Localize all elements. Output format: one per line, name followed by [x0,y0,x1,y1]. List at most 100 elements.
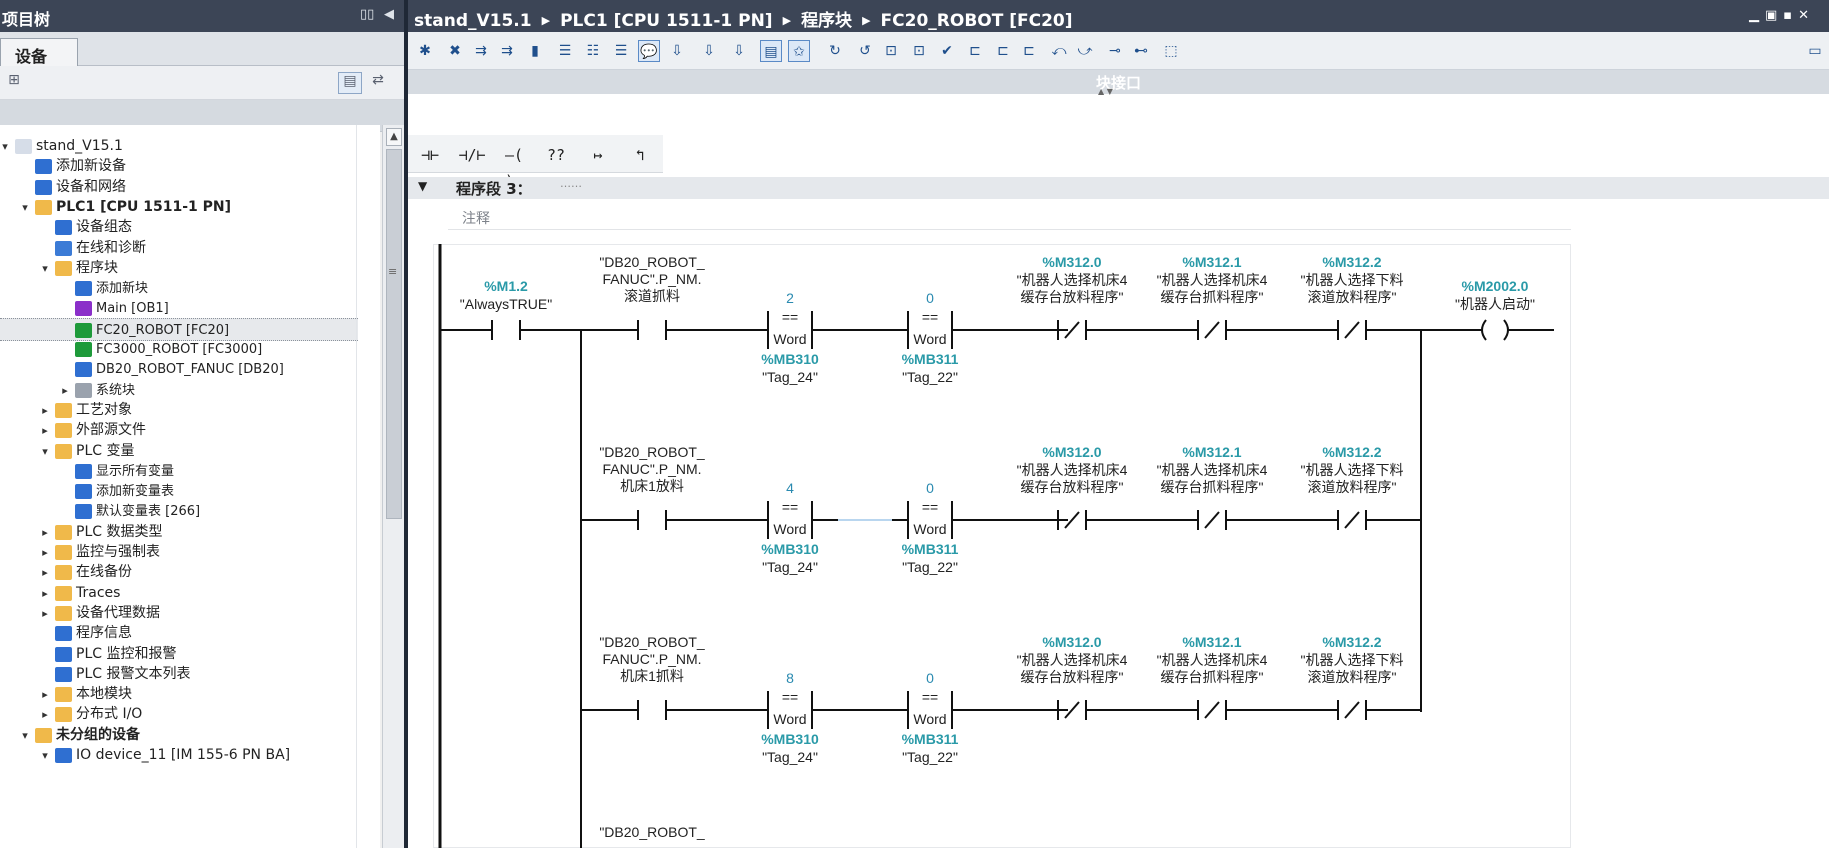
folder-icon [55,707,72,723]
compare-in2-name: "Tag_22" [902,559,958,575]
compare-type: Word [913,711,946,727]
compare-in2-name: "Tag_24" [762,369,818,385]
compare-in2-name: "Tag_22" [902,369,958,385]
add-device-icon [35,159,52,175]
folder-icon [55,687,72,703]
compare-in2-name: "Tag_24" [762,559,818,575]
diagnostics-icon [55,240,72,256]
compare-in2-address: %MB311 [902,731,959,747]
nc-contact [1204,701,1220,719]
db-tag-label: "DB20_ROBOT_ [599,444,705,460]
compare-type: Word [913,331,946,347]
fc-block-icon [75,322,92,338]
compare-type: Word [773,711,806,727]
folder-icon [55,545,72,560]
grip-icon: ≡ [388,265,398,278]
compare-in2-name: "Tag_24" [762,749,818,765]
compare-type: Word [773,331,806,347]
nc-contact-address: %M312.0 [1042,634,1101,650]
nc-contact [1344,321,1360,339]
coil-left [1481,319,1487,341]
db-tag-label: 机床1放料 [620,478,684,494]
coil-address: %M2002.0 [1462,278,1529,294]
tree-column-divider [356,125,357,848]
tree-scrollbar[interactable]: ▲ ≡ [382,125,404,848]
folder-icon [55,423,72,439]
properties-icon[interactable]: ⊞ [2,72,26,94]
db-tag-label: FANUC".P_NM. [602,271,701,287]
compare-in1-value: 2 [786,290,794,306]
project-tree-title: 项目树 [2,10,51,29]
compare-in2-address: %MB310 [761,351,819,367]
folder-icon [55,565,72,581]
fc-block-icon [75,342,92,357]
program-editor: stand_V15.1 ▶ PLC1 [CPU 1511-1 PN] ▶ 程序块 ▶ FC2… [408,0,1829,848]
compare-operator: == [782,689,798,705]
db-block-icon [75,362,92,378]
compare-operator: == [922,689,938,705]
nc-contact-name: "机器人选择机床4 [1157,462,1268,478]
collapse-left-icon[interactable]: ◀ [384,7,394,22]
network-icon [35,179,52,195]
scroll-up-icon[interactable]: ▲ [386,128,402,146]
db-tag-label: FANUC".P_NM. [602,651,701,667]
nc-contact-name: "机器人选择机床4 [1017,652,1128,668]
project-tree-header: 项目树 ▯▯ ◀ [0,0,404,32]
compare-in1-value: 8 [786,670,794,686]
nc-contact-name: "机器人选择机床4 [1157,652,1268,668]
nc-contact [1204,511,1220,529]
dock-icon[interactable]: ▯▯ [360,7,374,22]
db-tag-label: "DB20_ROBOT_ [599,824,705,840]
plc-folder-icon [35,199,52,215]
nc-contact-name: "机器人选择下料 [1301,462,1404,478]
compare-in2-address: %MB311 [902,351,959,367]
nc-contact-name: "机器人选择机床4 [1017,272,1128,288]
folder-icon [55,443,72,459]
nc-contact-address: %M312.0 [1042,254,1101,270]
nc-contact-name: 缓存台放料程序" [1021,479,1124,495]
compare-operator: == [922,309,938,325]
tree-options-icon[interactable]: ⇄ [366,72,390,94]
tree-item-label: IO device_11 [IM 155-6 PN BA] [76,747,291,763]
ladder-diagram: %M1.2"AlwaysTRUE""DB20_ROBOT_FANUC".P_NM… [438,244,1554,848]
compare-in2-address: %MB311 [902,541,959,557]
nc-contact-name: "机器人选择机床4 [1157,272,1268,288]
coil-right [1503,319,1509,341]
ob-block-icon [75,301,92,317]
compare-in2-address: %MB310 [761,541,819,557]
db-tag-label: FANUC".P_NM. [602,461,701,477]
folder-icon [75,382,92,398]
compare-in2-address: %MB310 [761,731,819,747]
nc-contact-address: %M312.2 [1322,254,1381,270]
project-icon [15,139,32,154]
compare-operator: == [922,499,938,515]
db-tag-label: 滚道抓料 [624,288,680,304]
tab-devices[interactable]: 设备 [0,38,78,67]
details-view-icon[interactable]: ▤ [338,72,362,94]
folder-icon [35,727,52,743]
program-info-icon [55,626,72,642]
folder-icon [55,605,72,621]
device-config-icon [55,220,72,236]
text-list-icon [55,666,72,682]
nc-contact-name: "机器人选择下料 [1301,652,1404,668]
folder-icon [55,260,72,276]
expanded-arrow-icon[interactable]: ▾ [38,744,52,767]
compare-in1-value: 4 [786,480,794,496]
folder-icon [55,524,72,540]
nc-contact-name: 缓存台放料程序" [1021,289,1124,305]
scrollbar-thumb[interactable] [386,149,402,519]
always-true-name: "AlwaysTRUE" [460,296,552,312]
alarm-icon [55,646,72,662]
add-block-icon [75,281,92,297]
db-tag-label: 机床1抓料 [620,668,684,684]
project-tree: ▾ stand_V15.1 添加新设备 设备和网络 ▾ PLC1 [CPU 1511-1 … [0,125,380,848]
tree-item[interactable]: ▾ IO device_11 [IM 155-6 PN BA] [0,744,356,767]
add-tag-table-icon [75,484,92,500]
compare-type: Word [773,521,806,537]
db-tag-label: "DB20_ROBOT_ [599,634,705,650]
nc-contact [1344,701,1360,719]
compare-in1-value: 0 [926,290,934,306]
nc-contact-address: %M312.0 [1042,444,1101,460]
nc-contact-name: 滚道放料程序" [1308,669,1397,685]
